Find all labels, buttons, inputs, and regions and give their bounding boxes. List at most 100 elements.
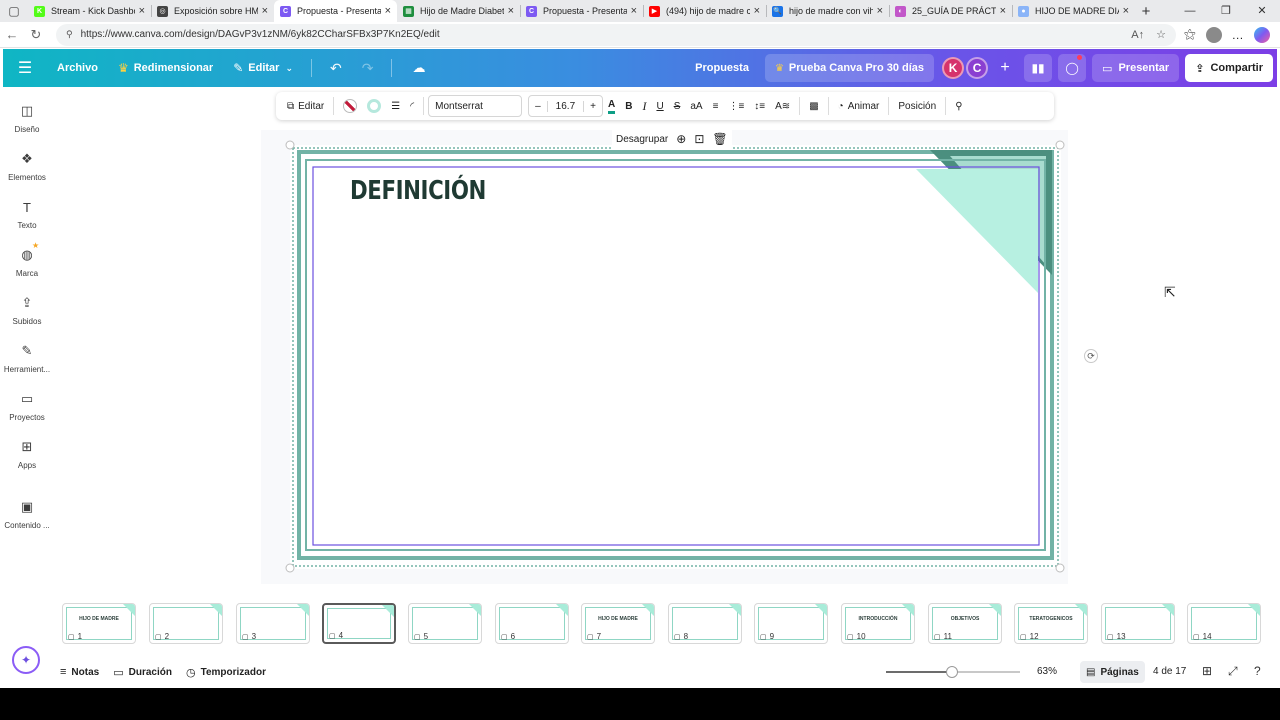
browser-tab[interactable]: C Propuesta - Presentació × <box>274 0 397 22</box>
temporizador-button[interactable]: ◷ Temporizador <box>186 666 266 679</box>
zoom-level[interactable]: 63% <box>1037 666 1057 677</box>
page-thumbnail[interactable]: ▢ 13 <box>1101 603 1175 644</box>
notas-button[interactable]: ≡ Notas <box>60 666 99 678</box>
editar-menu[interactable]: ✎ Editar ⌄ <box>223 49 303 87</box>
resize-handle[interactable] <box>1055 140 1065 150</box>
project-name[interactable]: Propuesta <box>695 62 749 74</box>
tab-close-icon[interactable]: × <box>1123 5 1129 17</box>
text-color-button[interactable]: A <box>603 95 620 117</box>
tab-close-icon[interactable]: × <box>754 5 760 17</box>
bullet-list-icon[interactable]: ⋮≡ <box>723 95 749 117</box>
browser-tab[interactable]: ▶ (494) hijo de madre co × <box>643 0 766 22</box>
text-effects-icon[interactable]: A≋ <box>770 95 795 117</box>
page-thumbnail[interactable]: ▢ 6 <box>495 603 569 644</box>
menu-icon[interactable]: ☰ <box>3 58 47 78</box>
presentar-button[interactable]: ▭ Presentar <box>1092 54 1180 82</box>
line-spacing-icon[interactable]: ↕≡ <box>749 95 770 117</box>
browser-tab[interactable]: K Stream - Kick Dashboa × <box>28 0 151 22</box>
page-thumbnail[interactable]: HIJO DE MADRE ▢ 7 <box>581 603 655 644</box>
favorite-star-icon[interactable]: ☆ <box>1156 28 1166 41</box>
redimensionar-button[interactable]: ♛ Redimensionar <box>108 49 223 87</box>
fullscreen-icon[interactable]: ⤢ <box>1228 664 1238 679</box>
browser-tab[interactable]: ● HIJO DE MADRE DIABE × <box>1012 0 1135 22</box>
tab-close-icon[interactable]: × <box>262 5 268 17</box>
browser-tab[interactable]: C Propuesta - Presentació × <box>520 0 643 22</box>
sidebar-item[interactable]: ✎ Herramient... <box>0 341 54 374</box>
font-size-decrease[interactable]: – <box>529 101 547 112</box>
strikethrough-button[interactable]: S <box>669 95 686 117</box>
sidebar-item[interactable]: ⇪ Subidos <box>0 293 54 326</box>
tab-close-icon[interactable]: × <box>508 5 514 17</box>
favorites-icon[interactable]: ⚝ <box>1184 27 1196 42</box>
pro-trial-button[interactable]: ♛ Prueba Canva Pro 30 días <box>764 54 935 82</box>
letter-case-button[interactable]: aA <box>685 95 707 117</box>
font-selector[interactable]: Montserrat <box>428 95 523 117</box>
close-window-button[interactable]: ✕ <box>1244 0 1280 22</box>
help-icon[interactable]: ? <box>1254 664 1261 678</box>
desagrupar-button[interactable]: Desagrupar <box>616 134 668 145</box>
resize-handle[interactable] <box>285 563 295 573</box>
font-size-increase[interactable]: + <box>584 101 602 112</box>
duracion-button[interactable]: ▭ Duración <box>113 666 172 679</box>
comments-icon[interactable]: ◯ <box>1058 54 1087 82</box>
minimize-button[interactable]: — <box>1172 0 1208 22</box>
redo-icon[interactable]: ↷ <box>352 60 384 77</box>
insights-chart-icon[interactable]: ▮▮ <box>1024 54 1053 82</box>
comment-add-icon[interactable]: ⊕ <box>676 132 686 146</box>
transparency-icon[interactable]: ▩ <box>804 95 823 117</box>
border-color-button[interactable] <box>338 95 362 117</box>
sidebar-item[interactable]: ▭ Proyectos <box>0 389 54 422</box>
rotate-handle-icon[interactable]: ⟳ <box>1084 349 1098 363</box>
collaborator-avatar-k[interactable]: K <box>942 57 965 79</box>
cloud-saved-icon[interactable]: ☁ <box>400 60 437 76</box>
underline-button[interactable]: U <box>651 95 668 117</box>
page-count[interactable]: 4 de 17 <box>1153 666 1186 677</box>
zoom-slider-knob[interactable] <box>945 666 958 678</box>
site-info-icon[interactable]: ⚲ <box>66 29 73 40</box>
sidebar-item[interactable]: ▣ Contenido ... <box>0 497 54 530</box>
sidebar-item[interactable]: ◍ Marca ★ <box>0 241 54 278</box>
page-thumbnail[interactable]: ▢ 9 <box>754 603 828 644</box>
undo-icon[interactable]: ↶ <box>320 60 352 77</box>
align-center-icon[interactable]: ≡ <box>708 95 724 117</box>
sidebar-item[interactable]: ⊞ Apps <box>0 437 54 470</box>
animar-button[interactable]: ◔ Animar <box>833 95 885 117</box>
resize-handle[interactable] <box>1055 563 1065 573</box>
page-thumbnail[interactable]: ▢ 14 <box>1187 603 1261 644</box>
resize-handle[interactable] <box>285 140 295 150</box>
archivo-menu[interactable]: Archivo <box>47 49 108 87</box>
page-thumbnail[interactable]: ▢ 2 <box>149 603 223 644</box>
sidebar-item[interactable]: T Texto <box>0 197 54 231</box>
url-text[interactable]: https://www.canva.com/design/DAGvP3v1zNM… <box>81 29 1120 40</box>
sidebar-item[interactable]: ❖ Elementos <box>0 149 54 182</box>
lock-icon[interactable]: ⊡ <box>694 132 704 146</box>
tab-close-icon[interactable]: × <box>139 5 145 17</box>
add-collaborator-button[interactable]: + <box>994 57 1016 79</box>
page-thumbnail[interactable]: HIJO DE MADRE ▢ 1 <box>62 603 136 644</box>
posicion-button[interactable]: Posición <box>893 95 941 117</box>
paginas-button[interactable]: ▤ Páginas <box>1080 661 1145 683</box>
corner-rounding-icon[interactable]: ◜ <box>405 95 419 117</box>
zoom-slider[interactable] <box>886 666 1020 678</box>
new-tab-button[interactable]: + <box>1135 3 1157 20</box>
url-field[interactable]: ⚲ https://www.canva.com/design/DAGvP3v1z… <box>56 23 1176 46</box>
italic-button[interactable]: I <box>637 95 651 117</box>
browser-tab[interactable]: 🔍 hijo de madre con vih × <box>766 0 889 22</box>
sidebar-item[interactable]: ◫ Diseño <box>0 101 54 134</box>
compartir-button[interactable]: ⇪ Compartir <box>1185 54 1273 82</box>
tab-close-icon[interactable]: × <box>877 5 883 17</box>
tab-close-icon[interactable]: × <box>1000 5 1006 17</box>
maximize-button[interactable]: ❐ <box>1208 0 1244 22</box>
font-size-value[interactable]: 16.7 <box>546 100 585 112</box>
read-aloud-icon[interactable]: A↑ <box>1131 29 1144 41</box>
browser-tab[interactable]: ◎ Exposición sobre HMD × <box>151 0 274 22</box>
bold-button[interactable]: B <box>620 95 637 117</box>
browser-tab[interactable]: ▦ Hijo de Madre Diabetic × <box>397 0 520 22</box>
copy-style-icon[interactable]: ⚲ <box>950 95 967 117</box>
browser-tab[interactable]: ◐ 25_GUÍA DE PRÁCTICA × <box>889 0 1012 22</box>
editar-ai-button[interactable]: ⧉ Editar <box>282 95 329 117</box>
profile-avatar[interactable] <box>1205 26 1222 43</box>
grid-view-icon[interactable]: ⊞ <box>1202 664 1212 678</box>
page-thumbnail[interactable]: ▢ 8 <box>668 603 742 644</box>
more-menu-icon[interactable]: … <box>1232 28 1244 42</box>
